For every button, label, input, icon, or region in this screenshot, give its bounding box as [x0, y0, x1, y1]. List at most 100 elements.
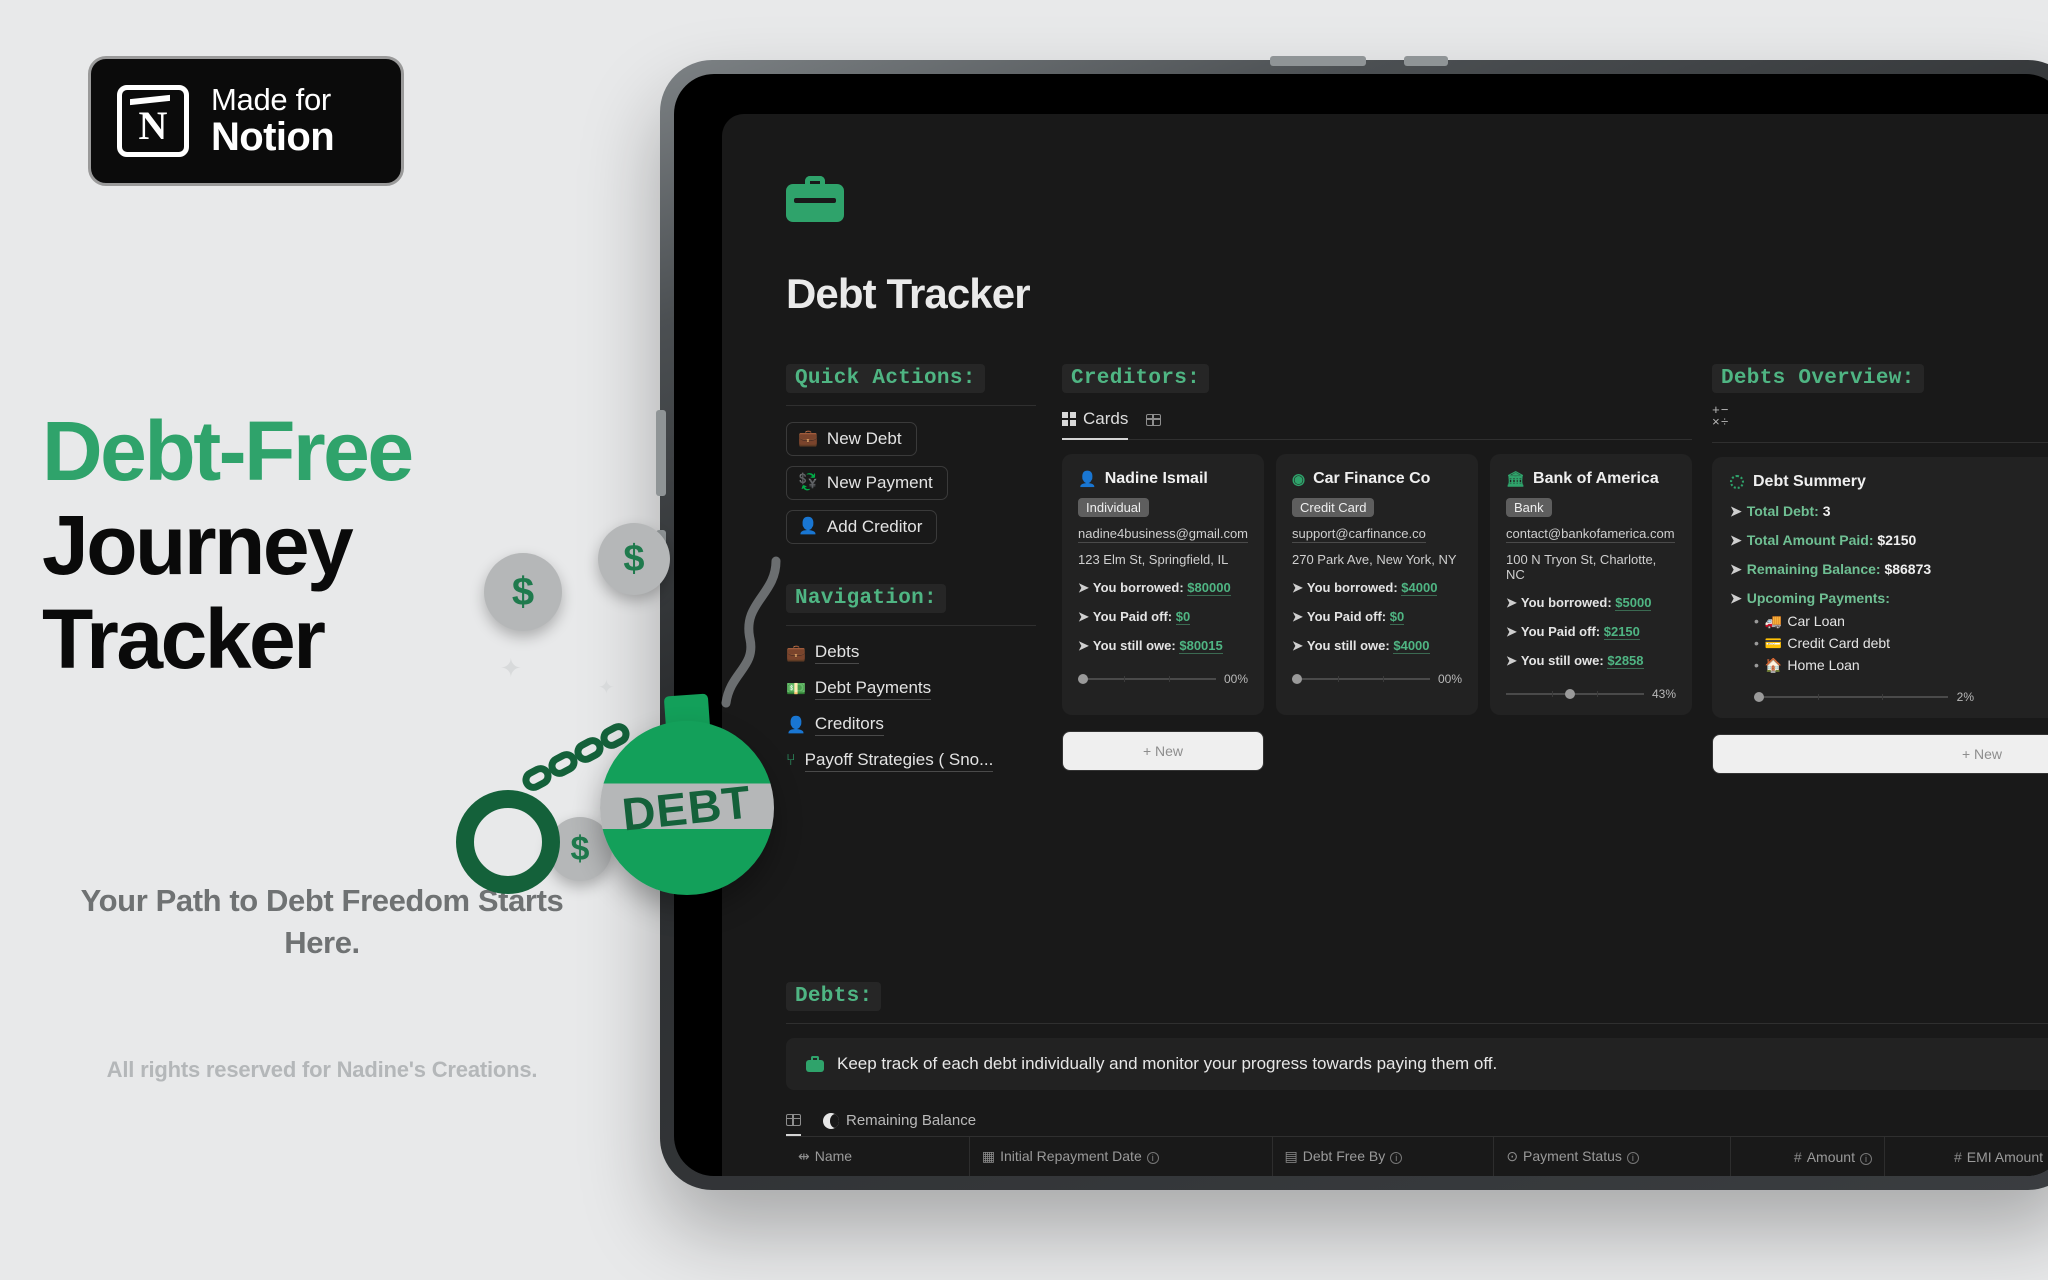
col-debt-free-by[interactable]: ▤ Debt Free By i: [1272, 1137, 1495, 1176]
paid-label: You Paid off:: [1520, 624, 1601, 639]
total-debt-label: Total Debt:: [1746, 502, 1819, 519]
nav-item-creditors[interactable]: 👤 Creditors: [786, 714, 1036, 736]
creditor-card[interactable]: ◉ Car Finance Co Credit Card support@car…: [1276, 454, 1478, 715]
title-icon: ⇹: [798, 1148, 810, 1164]
notion-logo-icon: N: [117, 85, 189, 157]
tab-remaining-balance[interactable]: Remaining Balance: [823, 1112, 976, 1137]
briefcase-icon: [806, 1056, 824, 1072]
paid-value: $0: [1175, 609, 1191, 625]
creditor-card[interactable]: 👤 Nadine Ismail Individual nadine4busine…: [1062, 454, 1264, 715]
money-refresh-icon: 💱: [798, 474, 818, 491]
arrow-icon: ➤: [1078, 580, 1089, 595]
circle-dotted-icon: [1730, 474, 1744, 489]
new-overview-button[interactable]: + New: [1712, 733, 2048, 774]
add-creditor-label: Add Creditor: [826, 517, 923, 536]
debt-ball-illustration: $ $ $ ✦ ✦ ✦ DEBT: [456, 523, 810, 895]
table-icon: [1146, 414, 1162, 426]
owe-label: You still owe:: [1306, 638, 1390, 653]
owe-value: $4000: [1393, 638, 1430, 654]
info-icon[interactable]: i: [1146, 1152, 1159, 1164]
debt-ball: DEBT: [600, 721, 774, 895]
creditor-card[interactable]: 🏛 Bank of America Bank contact@bankofame…: [1490, 454, 1692, 715]
dollar-coin-icon: $: [484, 553, 562, 631]
nav-label: Payoff Strategies ( Sno...: [804, 750, 994, 772]
nav-item-payoff-strategies[interactable]: ⑂ Payoff Strategies ( Sno...: [786, 750, 1036, 772]
left-column: Quick Actions: 💼 New Debt 💱 New Payment: [786, 364, 1036, 786]
creditor-email: contact@bankofamerica.com: [1506, 526, 1675, 543]
col-emi-amount[interactable]: # EMI Amount: [1884, 1137, 2048, 1176]
arrow-icon: ➤: [1506, 595, 1517, 610]
creditor-progress: 00%: [1078, 672, 1248, 686]
badge-line-2: Notion: [211, 115, 335, 160]
quick-actions-heading: Quick Actions:: [786, 364, 985, 393]
creditor-type-badge: Individual: [1078, 498, 1149, 517]
arrow-icon: ➤: [1292, 580, 1303, 595]
creditor-address: 270 Park Ave, New York, NY: [1292, 552, 1457, 567]
badge-line-1: Made for: [211, 81, 331, 117]
nav-item-debts[interactable]: 💼 Debts: [786, 642, 1036, 664]
new-creditor-button[interactable]: + New: [1062, 731, 1264, 771]
total-paid-label: Total Amount Paid:: [1746, 531, 1874, 548]
page-title: Debt Tracker: [786, 270, 1031, 317]
remaining-balance-value: $86873: [1884, 560, 1932, 577]
new-payment-button[interactable]: 💱 New Payment: [786, 466, 948, 500]
owe-value: $80015: [1179, 638, 1223, 654]
tab-table[interactable]: [1146, 414, 1162, 435]
tab-table-view[interactable]: [786, 1113, 801, 1136]
arrow-icon: ➤: [1730, 560, 1742, 577]
arrow-icon: ➤: [1292, 638, 1303, 653]
quick-actions-list: 💼 New Debt 💱 New Payment 👤 Add Creditor: [786, 422, 1036, 554]
creditor-cards: 👤 Nadine Ismail Individual nadine4busine…: [1062, 454, 1692, 715]
navigation-list: 💼 Debts 💵 Debt Payments 👤 Creditors ⑂ Pa…: [786, 642, 1036, 772]
calendar-icon: ▤: [1284, 1148, 1298, 1164]
col-name[interactable]: ⇹ Name: [786, 1137, 970, 1176]
col-payment-status[interactable]: ⊙ Payment Status i: [1493, 1137, 1731, 1176]
paid-label: You Paid off:: [1092, 609, 1173, 624]
creditor-email: nadine4business@gmail.com: [1078, 526, 1249, 543]
creditors-view-tabs: Cards: [1062, 409, 1692, 440]
creditor-progress: 00%: [1292, 672, 1462, 686]
borrowed-label: You borrowed:: [1092, 580, 1184, 595]
owe-label: You still owe:: [1520, 653, 1604, 668]
creditor-name: Car Finance Co: [1313, 470, 1431, 487]
info-icon[interactable]: i: [1859, 1152, 1872, 1165]
copyright-notice: All rights reserved for Nadine's Creatio…: [106, 1057, 538, 1082]
tab-cards[interactable]: Cards: [1062, 409, 1129, 440]
shackle-icon: [456, 790, 560, 894]
borrowed-value: $4000: [1401, 580, 1438, 596]
progress-percent: 00%: [1223, 672, 1248, 686]
new-debt-button[interactable]: 💼 New Debt: [786, 422, 917, 456]
debt-summary-card[interactable]: Debt Summery ➤ Total Debt: 3 ➤ Total Amoun…: [1712, 456, 2048, 718]
col-initial-repayment-date[interactable]: ▦ Initial Repayment Date i: [969, 1137, 1273, 1176]
select-icon: ⊙: [1506, 1148, 1519, 1164]
grid-icon: [1062, 412, 1076, 426]
headline-line-1: Debt-Free: [42, 404, 414, 498]
table-icon: [786, 1113, 801, 1126]
col-amount[interactable]: # Amount i: [1730, 1137, 1885, 1176]
divider: [786, 405, 1036, 406]
upcoming-item[interactable]: • 💳 Credit Card debt: [1754, 635, 2048, 652]
arrow-icon: ➤: [1730, 531, 1742, 548]
device-volume-button: [656, 410, 666, 496]
info-icon[interactable]: i: [1626, 1152, 1639, 1164]
debts-callout: Keep track of each debt individually and…: [786, 1038, 2048, 1090]
bank-icon: 🏛: [1506, 471, 1526, 488]
calculator-icon: +− ×÷: [1712, 403, 1730, 431]
borrowed-label: You borrowed:: [1306, 580, 1398, 595]
nav-item-debt-payments[interactable]: 💵 Debt Payments: [786, 678, 1036, 700]
steering-wheel-icon: ◉: [1292, 471, 1306, 488]
upcoming-item-label: Home Loan: [1787, 656, 1860, 673]
arrow-icon: ➤: [1730, 589, 1742, 606]
upcoming-item[interactable]: • 🏠 Home Loan: [1754, 657, 2048, 674]
home-link-icon: 🏠: [1764, 656, 1783, 673]
divider: [786, 625, 1036, 626]
person-icon: 👤: [1078, 471, 1097, 488]
date-icon: ▦: [981, 1148, 996, 1164]
upcoming-item[interactable]: • 🚚 Car Loan: [1754, 613, 2048, 630]
notion-logo-letter: N: [138, 103, 168, 148]
creditor-name: Nadine Ismail: [1104, 470, 1208, 487]
info-icon[interactable]: i: [1390, 1152, 1403, 1164]
creditor-progress: 43%: [1506, 687, 1676, 701]
nav-label: Debts: [814, 642, 860, 664]
sparkle-icon: ✦: [500, 653, 522, 683]
